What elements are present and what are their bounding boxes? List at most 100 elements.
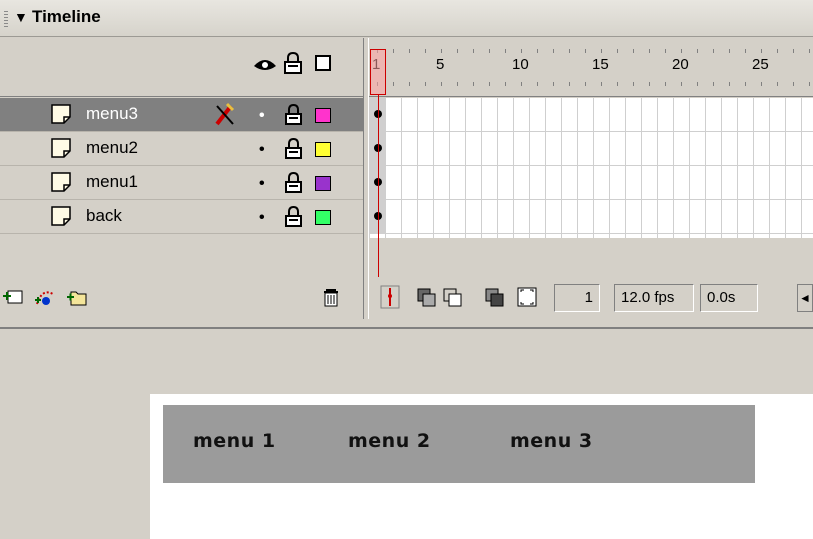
ruler-tick xyxy=(569,49,570,53)
insert-layer-icon[interactable] xyxy=(2,286,24,308)
frame-row-menu2[interactable] xyxy=(369,132,813,166)
layer-row-back[interactable]: back • xyxy=(0,200,363,234)
ruler-label: 15 xyxy=(592,56,609,73)
modify-onion-markers-icon[interactable] xyxy=(516,285,538,309)
ruler-tick xyxy=(409,49,410,53)
lock-toggle-icon[interactable] xyxy=(285,172,302,193)
visibility-dot[interactable]: • xyxy=(259,141,265,159)
onion-skin-icon[interactable] xyxy=(416,285,438,309)
ruler-tick xyxy=(601,82,602,86)
ruler-tick xyxy=(425,49,426,53)
current-frame-field: 1 xyxy=(554,284,600,312)
layer-page-icon xyxy=(51,172,71,192)
edit-multiple-frames-icon[interactable] xyxy=(484,285,506,309)
pencil-icon xyxy=(215,102,235,126)
playhead-line xyxy=(378,95,379,285)
layer-name[interactable]: menu2 xyxy=(86,138,138,158)
ruler-tick xyxy=(521,49,522,53)
layer-page-icon xyxy=(51,206,71,226)
ruler-tick xyxy=(505,49,506,53)
ruler-tick xyxy=(393,49,394,53)
outline-color-box[interactable] xyxy=(315,210,331,225)
ruler-tick xyxy=(729,49,730,53)
layer-row-menu1[interactable]: menu1 • xyxy=(0,166,363,200)
layer-row-menu2[interactable]: menu2 • xyxy=(0,132,363,166)
timeline-bottom-edge[interactable] xyxy=(0,319,813,329)
lock-toggle-icon[interactable] xyxy=(285,138,302,159)
insert-layer-folder-icon[interactable] xyxy=(66,286,88,308)
ruler-tick xyxy=(761,49,762,53)
playhead[interactable] xyxy=(370,49,386,95)
ruler-tick xyxy=(745,82,746,86)
layer-name[interactable]: menu3 xyxy=(86,104,138,124)
ruler-tick xyxy=(537,49,538,53)
ruler-tick xyxy=(617,49,618,53)
scroll-left-button[interactable]: ◄ xyxy=(797,284,813,312)
frame-toolbar: 1 12.0 fps 0.0s ◄ xyxy=(369,277,813,319)
menu-item-2[interactable]: menu 2 xyxy=(348,430,431,452)
frames-grid[interactable] xyxy=(369,98,813,238)
ruler-label: 10 xyxy=(512,56,529,73)
add-motion-guide-icon[interactable] xyxy=(34,286,56,308)
panel-grip-icon[interactable] xyxy=(4,11,8,27)
ruler-tick xyxy=(633,82,634,86)
ruler-tick xyxy=(697,49,698,53)
ruler-tick xyxy=(585,82,586,86)
ruler-tick xyxy=(489,49,490,53)
layer-row-menu3[interactable]: menu3 • xyxy=(0,98,363,132)
ruler-tick xyxy=(553,49,554,53)
eye-icon[interactable] xyxy=(253,54,277,74)
lock-toggle-icon[interactable] xyxy=(285,104,302,125)
outline-color-box[interactable] xyxy=(315,142,331,157)
timeline-title-bar[interactable]: ▼ Timeline xyxy=(0,0,813,37)
outline-color-box[interactable] xyxy=(315,176,331,191)
menu-item-3[interactable]: menu 3 xyxy=(510,430,593,452)
ruler-tick xyxy=(681,49,682,53)
elapsed-time-field: 0.0s xyxy=(700,284,758,312)
menu-item-1[interactable]: menu 1 xyxy=(193,430,276,452)
lock-toggle-icon[interactable] xyxy=(285,206,302,227)
ruler-tick xyxy=(649,82,650,86)
ruler-tick xyxy=(425,82,426,86)
layer-list: menu3 • menu2 • menu1 • back • xyxy=(0,98,363,234)
layer-header xyxy=(0,38,363,97)
ruler-tick xyxy=(649,49,650,53)
ruler-tick xyxy=(777,82,778,86)
layer-name[interactable]: back xyxy=(86,206,122,226)
collapse-arrow-icon[interactable]: ▼ xyxy=(14,9,28,25)
ruler-tick xyxy=(809,82,810,86)
frame-row-menu1[interactable] xyxy=(369,166,813,200)
visibility-dot[interactable]: • xyxy=(259,209,265,227)
onion-skin-outlines-icon[interactable] xyxy=(442,285,464,309)
frame-rate-field[interactable]: 12.0 fps xyxy=(614,284,694,312)
visibility-dot[interactable]: • xyxy=(259,175,265,193)
ruler-tick xyxy=(441,82,442,86)
ruler-tick xyxy=(713,82,714,86)
frame-row-menu3[interactable] xyxy=(369,98,813,132)
layer-name[interactable]: menu1 xyxy=(86,172,138,192)
ruler-tick xyxy=(457,49,458,53)
ruler-tick xyxy=(665,82,666,86)
ruler-tick xyxy=(713,49,714,53)
lock-icon[interactable] xyxy=(284,52,302,74)
ruler-tick xyxy=(601,49,602,53)
ruler-tick xyxy=(617,82,618,86)
ruler-tick xyxy=(761,82,762,86)
ruler-tick xyxy=(665,49,666,53)
ruler-tick xyxy=(793,49,794,53)
frame-ruler[interactable]: 1510152025 xyxy=(369,38,813,97)
ruler-tick xyxy=(409,82,410,86)
frame-row-back[interactable] xyxy=(369,200,813,234)
ruler-tick xyxy=(697,82,698,86)
delete-layer-icon[interactable] xyxy=(320,286,342,308)
outline-color-box[interactable] xyxy=(315,108,331,123)
ruler-tick xyxy=(441,49,442,53)
ruler-label: 20 xyxy=(672,56,689,73)
ruler-tick xyxy=(489,82,490,86)
ruler-tick xyxy=(553,82,554,86)
visibility-dot[interactable]: • xyxy=(259,107,265,125)
ruler-tick xyxy=(633,49,634,53)
frames-empty-area xyxy=(369,238,813,278)
center-frame-icon[interactable] xyxy=(379,285,401,309)
outline-icon[interactable] xyxy=(315,55,331,71)
